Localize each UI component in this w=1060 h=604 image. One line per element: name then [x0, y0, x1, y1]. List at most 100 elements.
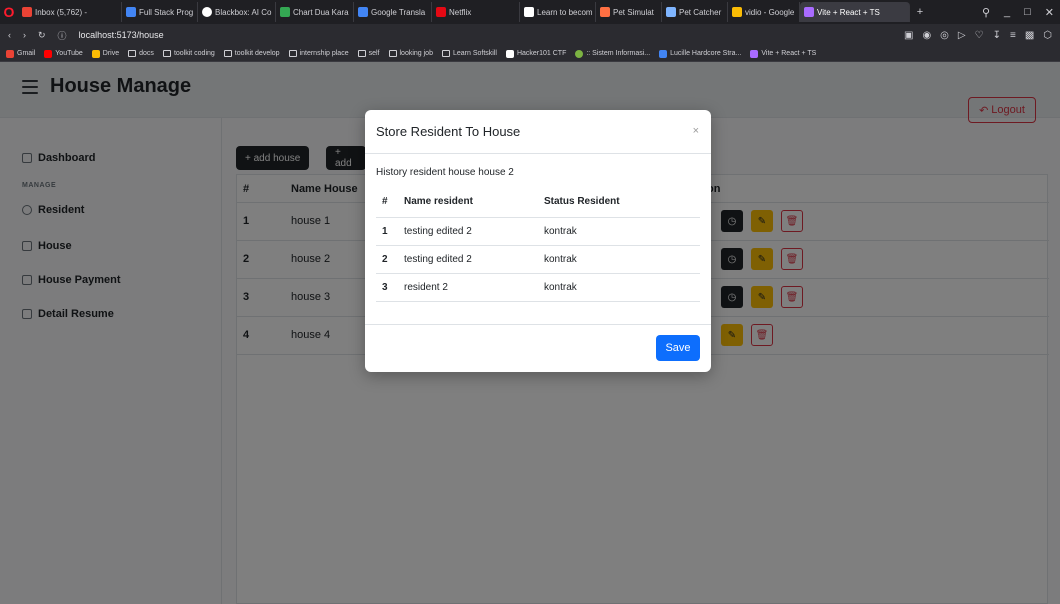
- bookmark-label: Vite + React + TS: [761, 50, 817, 57]
- bookmark-label: Drive: [102, 50, 120, 57]
- bookmark-hacker101[interactable]: Hacker101 CTF: [505, 49, 567, 58]
- modal-header: Store Resident To House ×: [365, 110, 711, 154]
- search-icon[interactable]: ⚲: [982, 6, 990, 19]
- browser-tab[interactable]: Chart Dua Kara: [276, 2, 354, 22]
- vite-favicon-icon: [804, 7, 814, 17]
- bookmark-folder[interactable]: toolkit develop: [223, 50, 280, 57]
- browser-tab[interactable]: Pet Simulat: [596, 2, 662, 22]
- netflix-favicon-icon: [436, 7, 446, 17]
- download-icon[interactable]: ↧: [993, 30, 1001, 41]
- bookmarks-bar: Gmail YouTube Drive docs toolkit coding …: [0, 46, 1060, 62]
- modal-title: Store Resident To House: [376, 124, 521, 139]
- bookmark-label: Hacker101 CTF: [516, 50, 567, 57]
- bookmark-label: internship place: [299, 50, 349, 57]
- cube-icon[interactable]: ⬡: [1043, 30, 1052, 41]
- bookmark-folder[interactable]: docs: [128, 50, 154, 57]
- share-icon[interactable]: ▣: [904, 30, 913, 41]
- tab-label: Pet Catcher: [679, 7, 722, 17]
- reload-icon[interactable]: ↻: [38, 30, 46, 41]
- save-button[interactable]: Save: [656, 335, 700, 361]
- row-num: 2: [376, 245, 398, 274]
- modal-footer: Save: [365, 324, 711, 372]
- bookmark-folder[interactable]: looking job: [388, 50, 433, 57]
- browser-tab[interactable]: Full Stack Prog: [122, 2, 198, 22]
- opera-logo-icon[interactable]: O: [0, 0, 18, 24]
- bookmark-label: Gmail: [17, 50, 36, 57]
- table-row: 1 testing edited 2 kontrak: [376, 217, 700, 246]
- tab-label: Full Stack Prog: [139, 7, 194, 17]
- folder-icon: [128, 50, 137, 57]
- row-num: 1: [376, 217, 398, 246]
- heart-icon[interactable]: ♡: [975, 30, 984, 41]
- browser-tab[interactable]: Inbox (5,762) -: [18, 2, 122, 22]
- maximize-icon[interactable]: □: [1024, 6, 1031, 18]
- bookmark-sistem-informasi[interactable]: :: Sistem Informasi...: [575, 49, 650, 58]
- modal-body: History resident house house 2 # Name re…: [365, 154, 711, 324]
- bookmark-folder[interactable]: Learn Softskill: [441, 50, 497, 57]
- browser-tab[interactable]: Blackbox: AI Co: [198, 2, 276, 22]
- extension-icon[interactable]: ▩: [1025, 30, 1034, 41]
- tab-label: Inbox (5,762) -: [35, 7, 88, 17]
- play-icon[interactable]: ▷: [958, 30, 966, 41]
- history-title: History resident house house 2: [376, 167, 514, 178]
- bookmark-label: YouTube: [55, 50, 83, 57]
- address-bar-actions: ▣ ◉ ◎ ▷ ♡ ↧ ≡ ▩ ⬡: [904, 30, 1052, 41]
- gmail-icon: [6, 49, 14, 58]
- new-tab-button[interactable]: +: [910, 2, 930, 22]
- pet-simulator-favicon-icon: [600, 7, 610, 17]
- row-status: kontrak: [538, 217, 700, 246]
- bookmark-folder[interactable]: toolkit coding: [162, 50, 215, 57]
- bookmark-drive[interactable]: Drive: [91, 49, 120, 58]
- chart-favicon-icon: [280, 7, 290, 17]
- back-icon[interactable]: ‹: [8, 30, 11, 40]
- tab-label: Vite + React + TS: [817, 7, 880, 17]
- table-header-row: # Name resident Status Resident: [376, 187, 700, 218]
- tab-label: Blackbox: AI Co: [215, 7, 272, 17]
- globe-icon: [575, 49, 584, 58]
- bookmark-folder[interactable]: internship place: [288, 50, 349, 57]
- bookmark-gmail[interactable]: Gmail: [6, 49, 36, 58]
- minimize-icon[interactable]: _: [1004, 6, 1010, 18]
- folder-icon: [388, 50, 397, 57]
- browser-tab-active[interactable]: Vite + React + TS: [800, 2, 910, 22]
- close-button[interactable]: ×: [693, 125, 699, 137]
- bookmark-label: self: [368, 50, 380, 57]
- close-icon[interactable]: ✕: [1045, 6, 1054, 19]
- browser-tab[interactable]: vidio - Google: [728, 2, 800, 22]
- site-info-icon[interactable]: ⓘ: [58, 29, 67, 42]
- bookmark-youtube[interactable]: YouTube: [44, 49, 83, 58]
- shield-icon[interactable]: ◎: [940, 30, 949, 41]
- browser-tab[interactable]: Learn to becom: [520, 2, 596, 22]
- url-input[interactable]: localhost:5173/house: [79, 30, 164, 40]
- bookmark-label: docs: [139, 50, 154, 57]
- blackbox-favicon-icon: [202, 7, 212, 17]
- header-status-resident: Status Resident: [538, 187, 700, 218]
- tab-label: vidio - Google: [745, 7, 795, 17]
- browser-tab[interactable]: Google Transla: [354, 2, 432, 22]
- tab-label: Pet Simulat: [613, 7, 654, 17]
- row-name: resident 2: [398, 273, 538, 302]
- camera-icon[interactable]: ◉: [922, 30, 931, 41]
- pet-catcher-favicon-icon: [666, 7, 676, 17]
- bookmark-lucille[interactable]: Lucille Hardcore Stra...: [659, 49, 742, 58]
- forward-icon[interactable]: ›: [23, 30, 26, 40]
- bookmark-vite[interactable]: Vite + React + TS: [750, 49, 817, 58]
- bookmark-label: Learn Softskill: [452, 50, 497, 57]
- row-status: kontrak: [538, 245, 700, 274]
- tab-label: Google Transla: [371, 7, 426, 17]
- row-status: kontrak: [538, 273, 700, 302]
- hacker101-icon: [505, 49, 514, 58]
- window-controls: ⚲ _ □ ✕: [982, 0, 1054, 24]
- bookmark-folder[interactable]: self: [357, 50, 380, 57]
- browser-tab-bar: O Inbox (5,762) - Full Stack Prog Blackb…: [0, 0, 1060, 24]
- browser-tab[interactable]: Netflix: [432, 2, 520, 22]
- menu-icon[interactable]: ≡: [1010, 30, 1016, 41]
- folder-icon: [288, 50, 297, 57]
- bookmark-label: Lucille Hardcore Stra...: [670, 50, 742, 57]
- header-name-resident: Name resident: [398, 187, 538, 218]
- tab-label: Learn to becom: [537, 7, 593, 17]
- learn-favicon-icon: [524, 7, 534, 17]
- row-name: testing edited 2: [398, 245, 538, 274]
- row-name: testing edited 2: [398, 217, 538, 246]
- browser-tab[interactable]: Pet Catcher: [662, 2, 728, 22]
